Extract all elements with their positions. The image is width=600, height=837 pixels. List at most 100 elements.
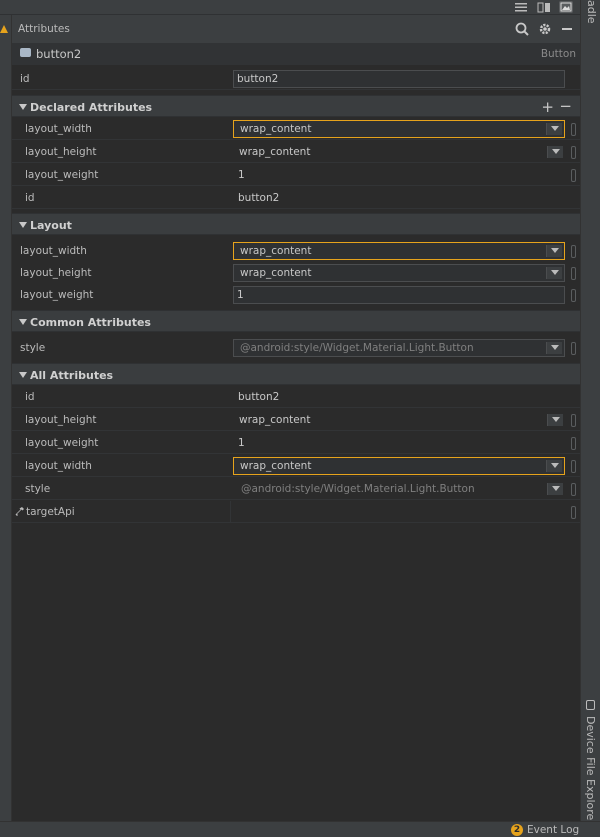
gradle-tab-label[interactable]: adle [585,0,598,24]
warning-icon[interactable] [0,25,8,33]
attr-label: layout_weight [25,169,99,181]
layout-height-dropdown[interactable]: wrap_content [233,264,565,282]
attr-label: layout_width [25,460,92,472]
chevron-down-icon[interactable] [546,460,562,472]
table-row: targetApi [12,501,580,523]
device-file-explorer-tab[interactable]: Device File Explorer [584,716,597,825]
column-divider [230,501,231,522]
attr-label: style [20,342,46,354]
attributes-panel: Attributes button2 Button id button2 Dec… [12,15,580,821]
table-row: layout_height wrap_content [12,409,580,431]
collapse-triangle-icon[interactable] [19,104,27,110]
style-dropdown[interactable]: @android:style/Widget.Material.Light.But… [233,339,565,357]
event-count-badge: 2 [511,824,523,836]
status-bar: 2 Event Log [0,821,600,837]
top-toolbar [0,0,584,15]
layout-weight-input[interactable]: 1 [233,286,565,304]
table-row: layout_width wrap_content [12,240,580,262]
chevron-down-icon[interactable] [547,414,563,426]
device-icon [586,700,595,710]
attr-label: layout_width [20,245,87,257]
chevron-down-icon[interactable] [546,342,562,354]
layout-width-dropdown[interactable]: wrap_content [233,242,565,260]
edit-button[interactable] [571,483,576,496]
chevron-down-icon[interactable] [547,483,563,495]
attr-label: id [25,192,35,204]
id-row: id button2 [12,68,580,90]
search-icon[interactable] [514,21,530,37]
attr-label: layout_height [25,146,97,158]
component-header: button2 Button [12,43,580,65]
edit-button[interactable] [571,289,576,302]
attr-label: id [25,391,35,403]
chevron-down-icon[interactable] [546,267,562,279]
panel-title: Attributes [18,23,70,35]
id-label: id [20,73,30,85]
left-tool-strip [0,15,12,821]
right-tool-strip: adle Device File Explorer [580,0,600,825]
id-input[interactable]: button2 [233,70,565,88]
table-row: layout_weight 1 [12,432,580,454]
collapse-triangle-icon[interactable] [19,372,27,378]
section-title: All Attributes [30,369,114,382]
edit-button[interactable] [571,169,576,182]
edit-button[interactable] [571,267,576,280]
table-row: style @android:style/Widget.Material.Lig… [12,337,580,359]
style-dropdown[interactable]: @android:style/Widget.Material.Light.But… [233,480,565,498]
layout-height-dropdown[interactable]: wrap_content [233,411,565,429]
layout-width-dropdown[interactable]: wrap_content [233,457,565,475]
section-title: Common Attributes [30,316,151,329]
section-title: Declared Attributes [30,101,153,114]
attr-label: layout_height [25,414,97,426]
chevron-down-icon[interactable] [547,146,563,158]
edit-button[interactable] [571,414,576,427]
table-row: layout_weight 1 [12,284,580,306]
attr-label: layout_weight [25,437,99,449]
panel-header: Attributes [12,15,580,43]
edit-button[interactable] [571,342,576,355]
layout-section-header[interactable]: Layout [12,213,580,235]
all-attributes-header[interactable]: All Attributes [12,363,580,385]
add-attribute-button[interactable]: + [541,98,554,116]
attr-label: layout_height [20,267,92,279]
declared-attributes-header[interactable]: Declared Attributes + − [12,95,580,117]
attr-label: layout_weight [20,289,94,301]
list-icon[interactable] [514,1,528,13]
image-icon[interactable] [559,1,573,13]
table-row: layout_height wrap_content [12,141,580,163]
collapse-triangle-icon[interactable] [19,222,27,228]
chevron-down-icon[interactable] [546,123,562,135]
columns-icon[interactable] [537,1,551,13]
common-attributes-header[interactable]: Common Attributes [12,310,580,332]
attr-value[interactable]: button2 [238,391,279,403]
table-row: layout_width wrap_content [12,455,580,477]
minimize-icon[interactable] [559,21,575,37]
remove-attribute-button[interactable]: − [559,97,572,115]
wrench-icon [15,507,24,516]
table-row: style @android:style/Widget.Material.Lig… [12,478,580,500]
layout-height-dropdown[interactable]: wrap_content [233,143,565,161]
attr-value[interactable]: 1 [238,169,245,181]
table-row: id button2 [12,187,580,209]
edit-button[interactable] [571,146,576,159]
edit-button[interactable] [571,506,576,519]
button-component-icon [20,48,31,57]
table-row: id button2 [12,386,580,408]
attr-label: style [25,483,51,495]
edit-button[interactable] [571,460,576,473]
component-name: button2 [36,47,82,61]
edit-button[interactable] [571,123,576,136]
attr-value[interactable]: 1 [238,437,245,449]
collapse-triangle-icon[interactable] [19,319,27,325]
event-log-link[interactable]: Event Log [527,824,579,836]
chevron-down-icon[interactable] [546,245,562,257]
edit-button[interactable] [571,245,576,258]
attr-label: targetApi [26,506,75,518]
attr-label: layout_width [25,123,92,135]
table-row: layout_width wrap_content [12,118,580,140]
edit-button[interactable] [571,437,576,450]
layout-width-dropdown[interactable]: wrap_content [233,120,565,138]
gear-icon[interactable] [537,21,553,37]
table-row: layout_height wrap_content [12,262,580,284]
attr-value[interactable]: button2 [238,192,279,204]
